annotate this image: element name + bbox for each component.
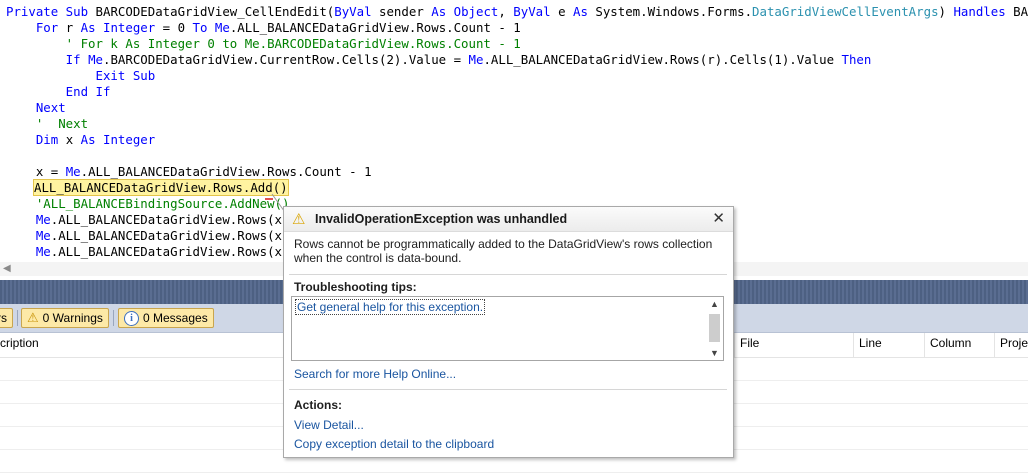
actions-heading: Actions:: [294, 398, 342, 412]
troubleshooting-tips-list[interactable]: Get general help for this exception. ▲ ▼: [291, 296, 724, 361]
general-help-link[interactable]: Get general help for this exception.: [295, 299, 486, 315]
close-icon[interactable]: ✕: [712, 209, 725, 227]
exception-assistant-popup: ⚠ InvalidOperationException was unhandle…: [283, 206, 734, 458]
scrollbar-thumb[interactable]: [709, 314, 720, 342]
exception-popup-header: ⚠ InvalidOperationException was unhandle…: [284, 207, 733, 232]
troubleshooting-tips-heading: Troubleshooting tips:: [294, 280, 417, 294]
scroll-down-arrow-icon[interactable]: ▼: [710, 348, 719, 358]
tips-scrollbar[interactable]: ▲ ▼: [708, 298, 722, 359]
exception-message: Rows cannot be programmatically added to…: [294, 237, 713, 265]
scroll-up-arrow-icon[interactable]: ▲: [710, 299, 719, 309]
search-help-online-link[interactable]: Search for more Help Online...: [294, 367, 456, 381]
divider: [289, 274, 727, 275]
copy-exception-detail-link[interactable]: Copy exception detail to the clipboard: [294, 437, 494, 451]
warning-icon: ⚠: [292, 211, 306, 228]
view-detail-link[interactable]: View Detail...: [294, 418, 364, 432]
divider: [289, 389, 727, 390]
exception-title: InvalidOperationException was unhandled: [315, 212, 568, 226]
